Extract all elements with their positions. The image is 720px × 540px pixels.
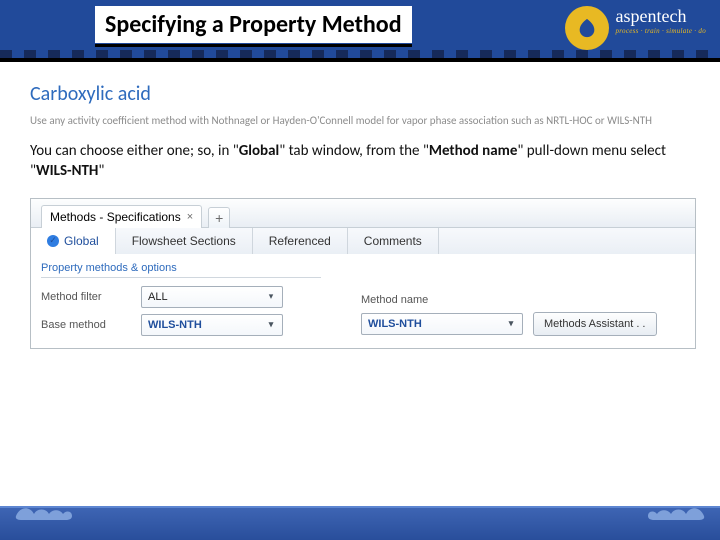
document-tab[interactable]: Methods - Specifications ×: [41, 205, 202, 228]
slide-header: Specifying a Property Method aspentech p…: [0, 0, 720, 58]
method-name-dropdown[interactable]: WILS-NTH ▾: [361, 313, 523, 335]
brand-tagline: process · train · simulate · do: [615, 27, 706, 35]
chevron-down-icon: ▾: [264, 319, 278, 330]
method-name-value: WILS-NTH: [368, 318, 422, 330]
new-tab-button[interactable]: +: [208, 207, 230, 228]
group-property-methods: Property methods & options: [41, 262, 321, 278]
label-base-method: Base method: [41, 319, 131, 331]
methods-assistant-button[interactable]: Methods Assistant . .: [533, 312, 657, 336]
check-icon: ✓: [47, 235, 59, 247]
leaf-icon: [565, 6, 609, 50]
tab-referenced[interactable]: Referenced: [253, 228, 348, 254]
plus-icon: +: [215, 210, 223, 226]
slide-footer: [0, 506, 720, 540]
tab-flowsheet-sections[interactable]: Flowsheet Sections: [116, 228, 253, 254]
header-rule: [0, 58, 720, 62]
section-title: Carboxylic acid: [30, 82, 690, 106]
chevron-down-icon: ▾: [264, 291, 278, 302]
slide-title: Specifying a Property Method: [95, 6, 412, 43]
document-tab-label: Methods - Specifications: [50, 210, 181, 224]
base-method-value: WILS-NTH: [148, 319, 202, 331]
ornament-left-icon: [14, 500, 74, 522]
base-method-dropdown[interactable]: WILS-NTH ▾: [141, 314, 283, 336]
tab-global[interactable]: ✓ Global: [31, 228, 116, 254]
tab-label: Flowsheet Sections: [132, 234, 236, 248]
instruction-text: You can choose either one; so, in "Globa…: [30, 141, 690, 182]
tab-label: Comments: [364, 234, 422, 248]
close-icon[interactable]: ×: [187, 211, 193, 223]
chevron-down-icon: ▾: [504, 318, 518, 329]
method-filter-value: ALL: [148, 291, 168, 303]
header-pattern: [0, 50, 720, 58]
ornament-right-icon: [646, 500, 706, 522]
tab-label: Referenced: [269, 234, 331, 248]
brand-logo: aspentech process · train · simulate · d…: [565, 6, 706, 50]
tab-label: Global: [64, 234, 99, 248]
method-filter-dropdown[interactable]: ALL ▾: [141, 286, 283, 308]
tab-comments[interactable]: Comments: [348, 228, 439, 254]
label-method-filter: Method filter: [41, 291, 131, 303]
label-method-name: Method name: [361, 294, 657, 306]
button-label: Methods Assistant . .: [544, 318, 646, 330]
aspen-window: Methods - Specifications × + ✓ Global Fl…: [30, 198, 696, 349]
section-subtitle: Use any activity coefficient method with…: [30, 114, 690, 127]
brand-name: aspentech: [615, 6, 706, 27]
